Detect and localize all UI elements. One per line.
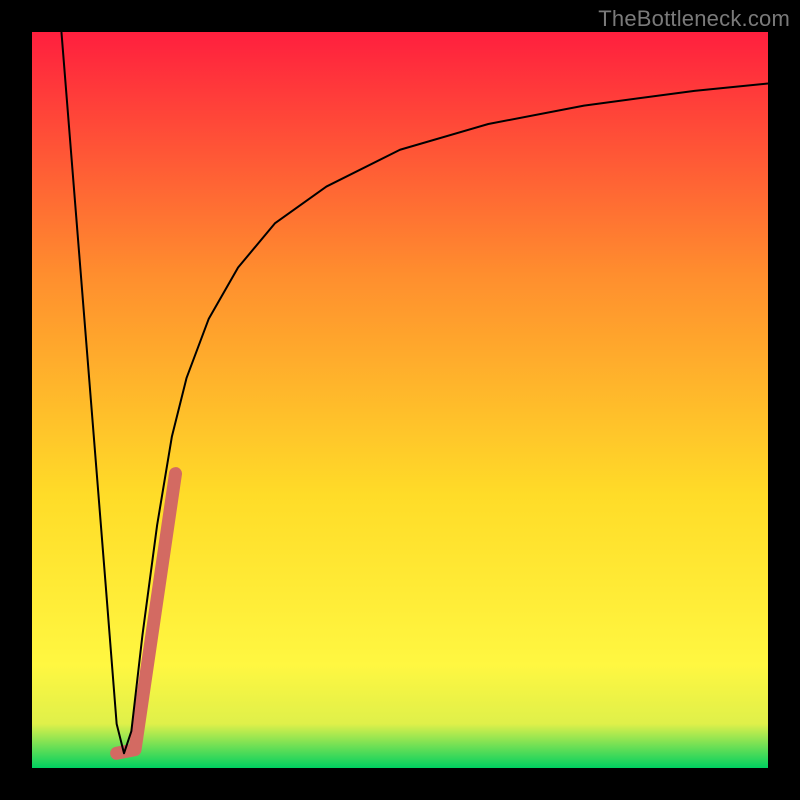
plot-area <box>32 32 768 768</box>
plot-svg <box>32 32 768 768</box>
watermark-text: TheBottleneck.com <box>598 6 790 32</box>
chart-frame: TheBottleneck.com <box>0 0 800 800</box>
